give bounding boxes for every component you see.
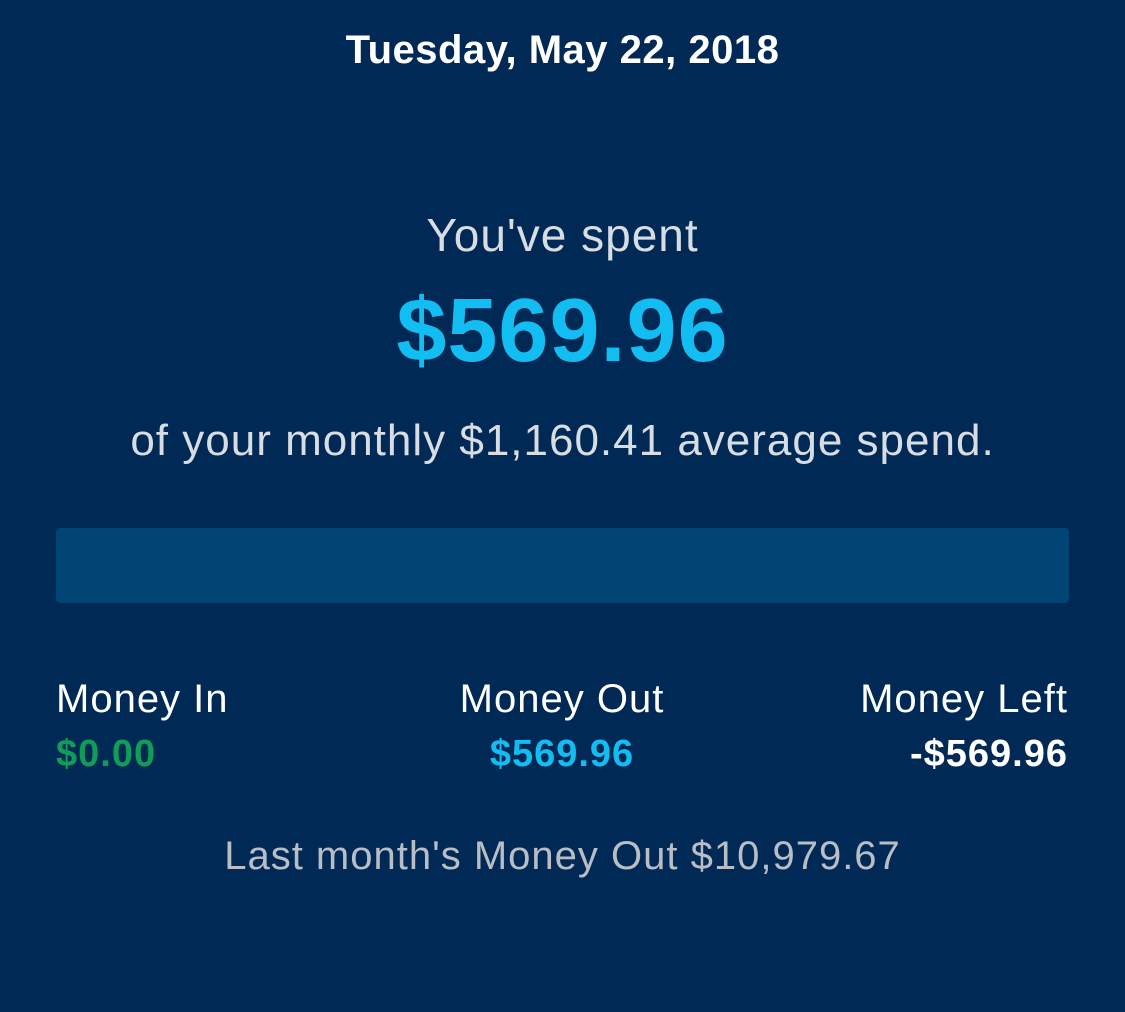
average-spend-text: of your monthly $1,160.41 average spend. — [130, 416, 995, 465]
money-left-column: Money Left -$569.96 — [860, 674, 1068, 784]
spent-amount: $569.96 — [396, 281, 729, 381]
spending-progress-bar — [56, 528, 1069, 603]
date-header: Tuesday, May 22, 2018 — [345, 28, 780, 72]
money-left-value: -$569.96 — [909, 733, 1068, 775]
spent-label: You've spent — [426, 209, 699, 261]
money-summary: Money In $0.00 Money Out $569.96 Money L… — [56, 674, 1068, 784]
spending-summary-screen: Tuesday, May 22, 2018 You've spent $569.… — [0, 0, 1125, 1012]
last-month-money-out: Last month's Money Out $10,979.67 — [224, 834, 901, 878]
money-left-label: Money Left — [860, 677, 1068, 721]
